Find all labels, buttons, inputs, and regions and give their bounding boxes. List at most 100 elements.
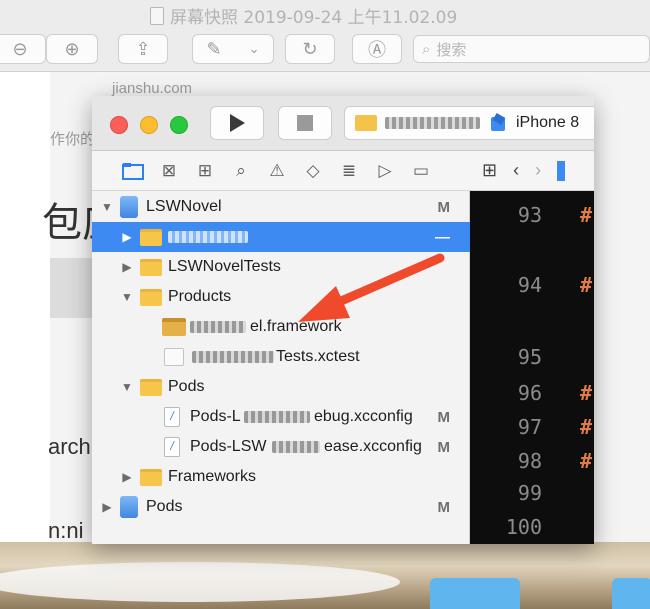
rotate-button[interactable]: ↻ <box>285 34 335 64</box>
breakpoint-navigator-icon[interactable]: ▷ <box>374 160 396 182</box>
tree-row-release-xcconfig[interactable]: / Pods-LSW ease.xcconfig M <box>92 432 470 462</box>
folder-icon <box>140 379 162 396</box>
tree-row-pods-folder[interactable]: ▼ Pods <box>92 372 470 402</box>
tree-row-project[interactable]: ▼ LSWNovel M <box>92 192 470 222</box>
disclosure-expanded-icon[interactable]: ▼ <box>120 380 134 394</box>
tree-row-label: Pods <box>146 498 183 515</box>
device-name: iPhone 8 <box>516 114 580 131</box>
tree-row-label: Tests.xctest <box>276 348 360 365</box>
folder-icon <box>140 259 162 276</box>
back-arrow-icon[interactable]: ‹ <box>513 160 519 181</box>
redacted-scheme-name <box>385 117 480 129</box>
disclosure-collapsed-icon[interactable]: ▶ <box>100 500 114 514</box>
folder-icon <box>140 289 162 306</box>
search-placeholder: 搜索 <box>436 40 467 59</box>
scheme-selector[interactable]: iPhone 8 <box>344 106 594 140</box>
test-navigator-icon[interactable]: ◇ <box>302 160 324 182</box>
modified-badge: M <box>437 438 451 456</box>
redacted-framework-prefix <box>190 321 246 333</box>
xcconfig-file-icon: / <box>164 407 180 427</box>
modified-badge: — <box>435 228 450 246</box>
tree-row-tests-folder[interactable]: ▶ LSWNovelTests <box>92 252 470 282</box>
desktop-wallpaper <box>0 542 650 609</box>
modified-badge: M <box>437 408 451 426</box>
find-navigator-icon[interactable]: ⌕ <box>230 160 252 182</box>
project-navigator-icon[interactable] <box>122 160 144 182</box>
debug-navigator-icon[interactable]: ≣ <box>338 160 360 182</box>
modified-badge: M <box>437 498 451 516</box>
xcode-project-icon <box>120 196 138 218</box>
page-url: jianshu.com <box>112 80 193 97</box>
disclosure-expanded-icon[interactable]: ▼ <box>100 200 114 214</box>
file-icon[interactable] <box>557 160 566 181</box>
xcode-window: iPhone 8 ⊠ ⊞ ⌕ ⚠ ◇ ≣ ▷ ▭ ▼ LSWNovel M ▶ … <box>92 96 594 544</box>
markup-button[interactable]: ✎ ⌄ <box>192 34 274 64</box>
device-icon <box>491 113 506 131</box>
zoom-out-button[interactable]: ⊖ <box>0 34 46 64</box>
close-button[interactable] <box>110 116 128 134</box>
disclosure-expanded-icon[interactable]: ▼ <box>120 290 134 304</box>
related-items-icon[interactable]: ⊞ <box>482 160 497 181</box>
preview-toolbar: ⊖ ⊕ ⇪ ✎ ⌄ ↻ Ⓐ ⌕ 搜索 <box>0 30 650 72</box>
folder-icon <box>140 229 162 246</box>
code-hash: # <box>580 381 593 405</box>
line-number: 98 <box>517 449 542 473</box>
webpage-margin <box>0 72 50 542</box>
redacted-xctest-prefix <box>192 351 274 363</box>
desktop-folder-icon[interactable] <box>612 578 650 609</box>
folder-icon <box>140 469 162 486</box>
zoom-button[interactable] <box>170 116 188 134</box>
tree-row-selected-folder[interactable]: ▶ — <box>92 222 470 252</box>
scheme-folder-icon <box>355 115 377 131</box>
zoom-in-button[interactable]: ⊕ <box>46 34 98 64</box>
modified-badge: M <box>437 198 451 216</box>
symbol-navigator-icon[interactable]: ⊞ <box>194 160 216 182</box>
share-button[interactable]: ⇪ <box>118 34 168 64</box>
framework-icon <box>162 318 186 336</box>
desktop-folder-icon[interactable] <box>430 578 520 609</box>
tree-row-framework[interactable]: el.framework <box>92 312 470 342</box>
tree-row-label: Products <box>168 288 232 305</box>
code-hash: # <box>580 449 593 473</box>
tree-row-xctest[interactable]: Tests.xctest <box>92 342 470 372</box>
disclosure-collapsed-icon[interactable]: ▶ <box>120 230 134 244</box>
source-editor[interactable]: 93 # 94 # 95 96 # 97 # 98 # 99 100 <box>470 191 594 544</box>
line-number: 95 <box>517 345 542 369</box>
markup-pen-icon: ✎ <box>206 38 222 59</box>
line-number: 94 <box>517 273 542 297</box>
tree-row-frameworks-folder[interactable]: ▶ Frameworks <box>92 462 470 492</box>
page-snippet-arch: arch <box>48 434 91 459</box>
report-navigator-icon[interactable]: ▭ <box>410 160 432 182</box>
search-icon: ⌕ <box>422 40 431 58</box>
code-hash: # <box>580 203 593 227</box>
code-hash: # <box>580 273 593 297</box>
window-title: 屏幕快照 2019-09-24 上午11.02.09 <box>150 3 457 28</box>
source-control-navigator-icon[interactable]: ⊠ <box>158 160 180 182</box>
stop-button[interactable] <box>278 106 332 140</box>
tree-row-label: Frameworks <box>168 468 257 485</box>
page-snippet-ni: n:ni <box>48 518 84 543</box>
project-navigator: ▼ LSWNovel M ▶ — ▶ LSWNovelTests ▼ Produ… <box>92 191 470 544</box>
tree-row-pods-project[interactable]: ▶ Pods M <box>92 492 470 522</box>
zoom-out-icon: ⊖ <box>12 38 28 59</box>
share-icon: ⇪ <box>135 38 151 59</box>
line-number: 97 <box>517 415 542 439</box>
tree-row-debug-xcconfig[interactable]: / Pods-L ebug.xcconfig M <box>92 402 470 432</box>
zoom-in-icon: ⊕ <box>64 38 80 59</box>
redacted-folder-name <box>168 231 248 243</box>
disclosure-collapsed-icon[interactable]: ▶ <box>120 470 134 484</box>
run-button[interactable] <box>210 106 264 140</box>
forward-arrow-icon[interactable]: › <box>535 160 541 181</box>
chevron-down-icon: ⌄ <box>248 41 260 56</box>
wallpaper-wave <box>0 562 400 602</box>
search-field[interactable]: ⌕ 搜索 <box>413 35 650 63</box>
issue-navigator-icon[interactable]: ⚠ <box>266 160 288 182</box>
annotate-button[interactable]: Ⓐ <box>352 34 402 64</box>
xcconfig-file-icon: / <box>164 437 180 457</box>
tree-row-products[interactable]: ▼ Products <box>92 282 470 312</box>
disclosure-collapsed-icon[interactable]: ▶ <box>120 260 134 274</box>
tree-row-label-suffix: ebug.xcconfig <box>314 408 413 425</box>
line-number: 93 <box>517 203 542 227</box>
minimize-button[interactable] <box>140 116 158 134</box>
editor-jump-bar: ⊞ ‹ › <box>470 151 594 191</box>
